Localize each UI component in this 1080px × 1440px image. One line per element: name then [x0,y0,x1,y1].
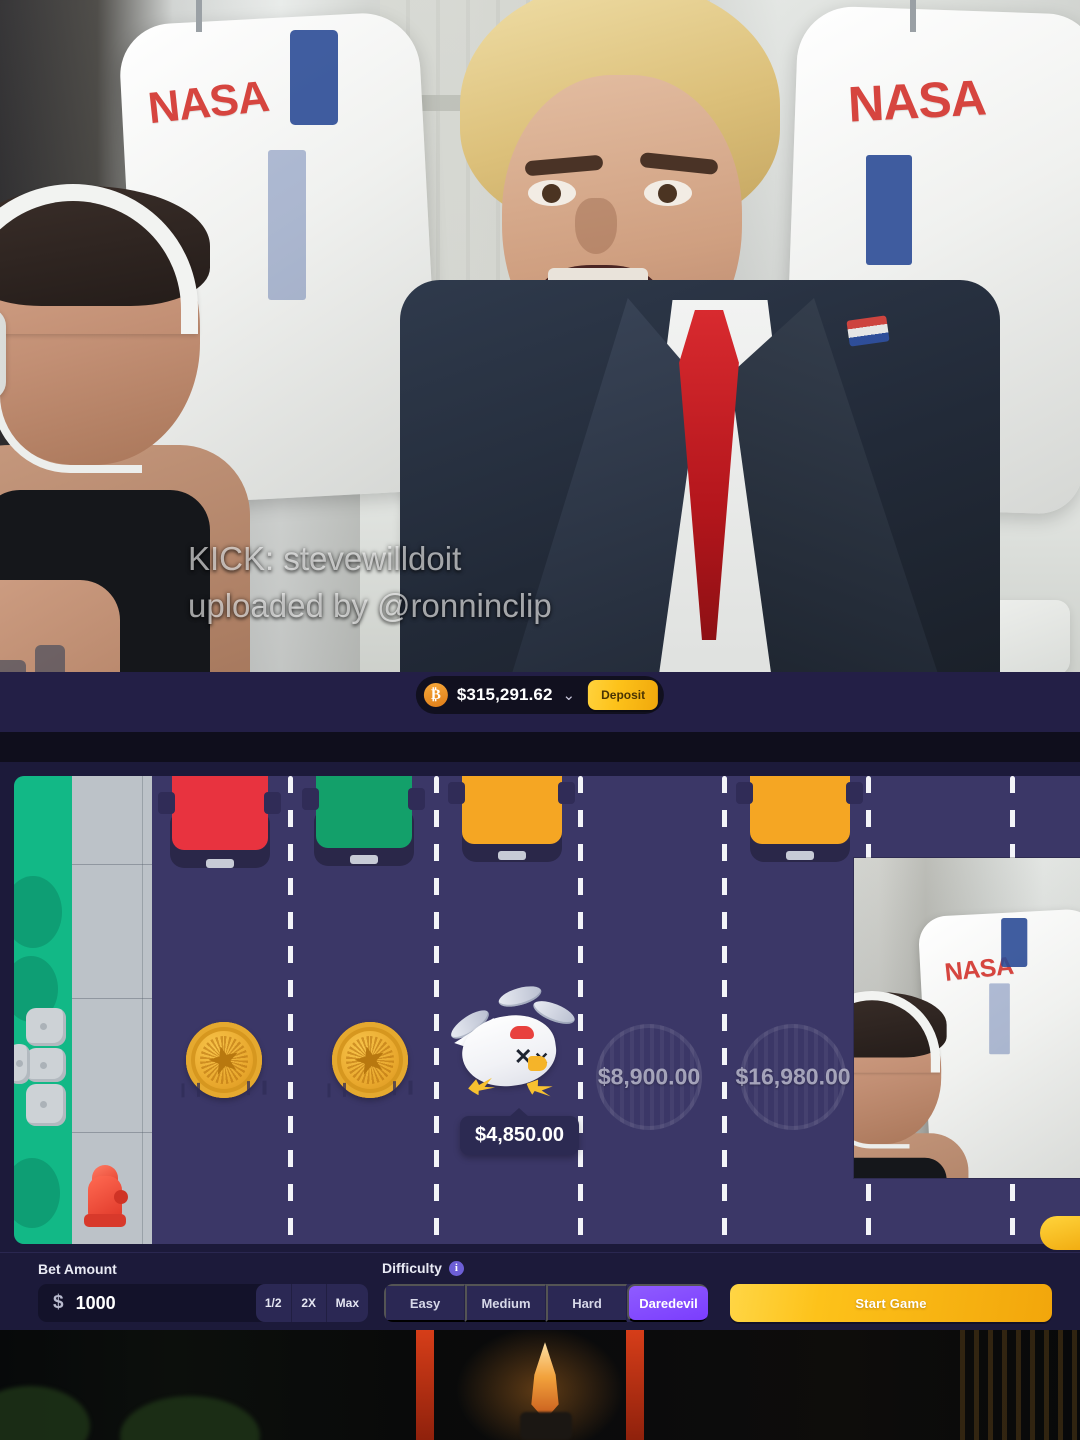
stone-block [14,1044,30,1084]
shrub [120,1396,260,1440]
deposit-button[interactable]: Deposit [588,680,659,710]
start-game-button[interactable]: Start Game [730,1284,1052,1322]
difficulty-daredevil[interactable]: Daredevil [627,1284,708,1322]
chevron-down-icon[interactable]: ⌄ [563,686,576,704]
difficulty-medium[interactable]: Medium [465,1284,546,1322]
background-bars [960,1330,1080,1440]
pip-video-content: NASA [854,858,1080,1178]
lane-divider [578,776,583,1244]
edge-button-partial[interactable] [1040,1216,1080,1250]
difficulty-selector[interactable]: Easy Medium Hard Daredevil [384,1284,708,1322]
tattoo [35,645,65,672]
difficulty-label: Difficulty [382,1260,442,1276]
lane-divider [288,776,293,1244]
bet-amount-label: Bet Amount [38,1261,117,1277]
bet-amount-input[interactable]: 1000 [76,1293,256,1314]
balance-amount: $315,291.62 [456,685,553,704]
multiplier-medallion[interactable]: $16,980.00 [735,1024,851,1130]
multiplier-label: $8,900.00 [597,1063,701,1090]
wallet-pill[interactable]: ₿ $315,291.62 ⌄ Deposit [415,676,665,714]
chicken-avatar: ✕ ✕ [447,982,578,1098]
eye [528,180,576,206]
tattoo [0,660,26,672]
multiplier-medallion[interactable]: $8,900.00 [596,1024,702,1130]
chicken-comb [510,1026,534,1039]
bottom-video-strip [0,1330,1080,1440]
current-value-tag: $4,850.00 [460,1116,579,1155]
chair-post [196,0,202,32]
stream-watermark: KICK: stevewilldoit uploaded by @ronninc… [188,540,552,624]
bet-half-button[interactable]: 1/2 [255,1284,291,1322]
stream-video: NASA NASA KICK: stevewilldoit uploaded b… [0,0,1080,672]
stone-block [26,1048,66,1082]
lane-divider [434,776,439,1244]
picture-in-picture-cam[interactable]: NASA [854,858,1080,1178]
bet-double-button[interactable]: 2X [290,1284,326,1322]
torch-flame [531,1342,559,1420]
lane-divider [722,776,727,1244]
fire-hydrant [84,1165,130,1232]
bitcoin-icon: ₿ [423,683,448,707]
multiplier-label: $16,980.00 [735,1063,851,1090]
bet-max-button[interactable]: Max [325,1284,368,1322]
bet-amount-field[interactable]: $ 1000 1/2 2X Max [38,1284,368,1322]
torch-base [520,1412,572,1440]
currency-symbol: $ [53,1292,64,1313]
info-icon[interactable]: i [448,1260,464,1276]
flag-pin-icon [846,315,890,347]
chicken-beak [528,1056,547,1071]
difficulty-easy[interactable]: Easy [384,1284,465,1322]
difficulty-hard[interactable]: Hard [546,1284,627,1322]
eye [644,180,692,206]
stone-block [26,1084,66,1126]
headset-earcup [0,308,6,400]
nose [575,198,617,254]
app-screen: NASA NASA KICK: stevewilldoit uploaded b… [0,0,1080,1440]
header-divider [0,732,1080,762]
chair-accent [290,30,338,125]
difficulty-header: Difficulty i [382,1260,464,1276]
stone-block [26,1008,66,1046]
shrub [0,1386,90,1440]
